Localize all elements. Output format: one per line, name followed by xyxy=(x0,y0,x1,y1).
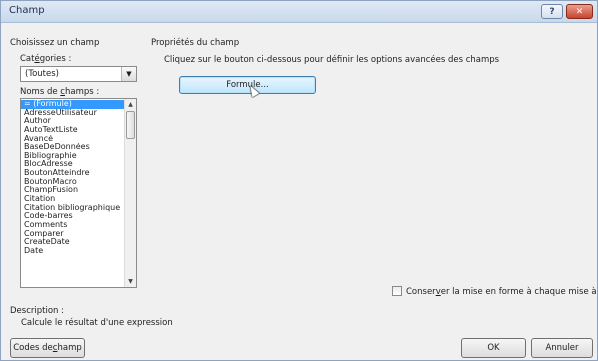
field-codes-pre: Codes de xyxy=(13,343,53,353)
close-icon: ✕ xyxy=(575,6,584,17)
help-button[interactable]: ? xyxy=(541,4,563,19)
field-codes-post: hamp xyxy=(57,343,82,353)
list-item[interactable]: Author xyxy=(21,117,125,126)
list-item[interactable]: BaseDeDonnées xyxy=(21,143,125,152)
field-names-listbox[interactable]: = (Formule) AdresseUtilisateur Author Au… xyxy=(20,98,137,288)
categories-label-pre: Cat xyxy=(20,54,35,64)
help-icon: ? xyxy=(549,6,555,17)
field-names-list: = (Formule) AdresseUtilisateur Author Au… xyxy=(21,100,125,256)
categories-value: (Toutes) xyxy=(25,69,59,79)
field-names-label-pre: Noms de xyxy=(20,87,61,97)
formula-button[interactable]: Formule... xyxy=(179,76,316,94)
field-dialog: Champ ? ✕ Choisissez un champ Catégories… xyxy=(0,0,598,361)
list-item[interactable]: Citation xyxy=(21,195,125,204)
cancel-button[interactable]: Annuler xyxy=(531,338,593,358)
description-text: Calcule le résultat d'une expression xyxy=(21,318,173,328)
preserve-format-label[interactable]: Conserver la mise en forme à chaque mise… xyxy=(406,287,598,297)
ok-button[interactable]: OK xyxy=(461,338,526,358)
list-item[interactable]: Comments xyxy=(21,221,125,230)
list-item[interactable]: Bibliographie xyxy=(21,152,125,161)
list-item[interactable]: AutoTextListe xyxy=(21,126,125,135)
title-bar: Champ ? ✕ xyxy=(1,1,597,23)
scroll-down-icon[interactable]: ▼ xyxy=(125,276,136,287)
field-names-label-post: hamps : xyxy=(64,87,100,97)
description-label: Description : xyxy=(10,306,64,316)
preserve-format-checkbox[interactable] xyxy=(392,286,402,296)
scrollbar-thumb[interactable] xyxy=(126,111,135,139)
window-title: Champ xyxy=(9,5,45,16)
list-item[interactable]: Comparer xyxy=(21,230,125,239)
list-item[interactable]: CreateDate xyxy=(21,238,125,247)
list-scrollbar[interactable]: ▲ ▼ xyxy=(124,99,136,287)
properties-instruction: Cliquez sur le bouton ci-dessous pour dé… xyxy=(164,55,500,65)
choose-field-heading: Choisissez un champ xyxy=(10,38,100,48)
field-names-label: Noms de champs : xyxy=(20,87,99,97)
categories-label: Catégories : xyxy=(20,54,71,64)
list-item[interactable]: Date xyxy=(21,247,125,256)
list-item[interactable]: BlocAdresse xyxy=(21,160,125,169)
list-item[interactable]: ChampFusion xyxy=(21,186,125,195)
list-item[interactable]: BoutonAtteindre xyxy=(21,169,125,178)
list-item[interactable]: BoutonMacro xyxy=(21,178,125,187)
categories-dropdown[interactable]: (Toutes) ▼ xyxy=(20,66,137,82)
field-codes-button[interactable]: Codes de c hamp xyxy=(10,338,85,358)
dropdown-arrow-icon[interactable]: ▼ xyxy=(121,67,136,81)
list-item[interactable]: Code-barres xyxy=(21,212,125,221)
categories-label-post: gories : xyxy=(39,54,72,64)
list-item[interactable]: AdresseUtilisateur xyxy=(21,109,125,118)
close-button[interactable]: ✕ xyxy=(566,4,593,19)
preserve-format-label-pre: Conser xyxy=(406,287,436,297)
list-item[interactable]: Citation bibliographique xyxy=(21,204,125,213)
field-properties-heading: Propriétés du champ xyxy=(151,38,240,48)
preserve-format-label-post: er la mise en forme à chaque mise à jour xyxy=(440,287,598,297)
list-item[interactable]: Avancé xyxy=(21,135,125,144)
list-item[interactable]: = (Formule) xyxy=(21,100,125,109)
scroll-up-icon[interactable]: ▲ xyxy=(125,99,136,110)
